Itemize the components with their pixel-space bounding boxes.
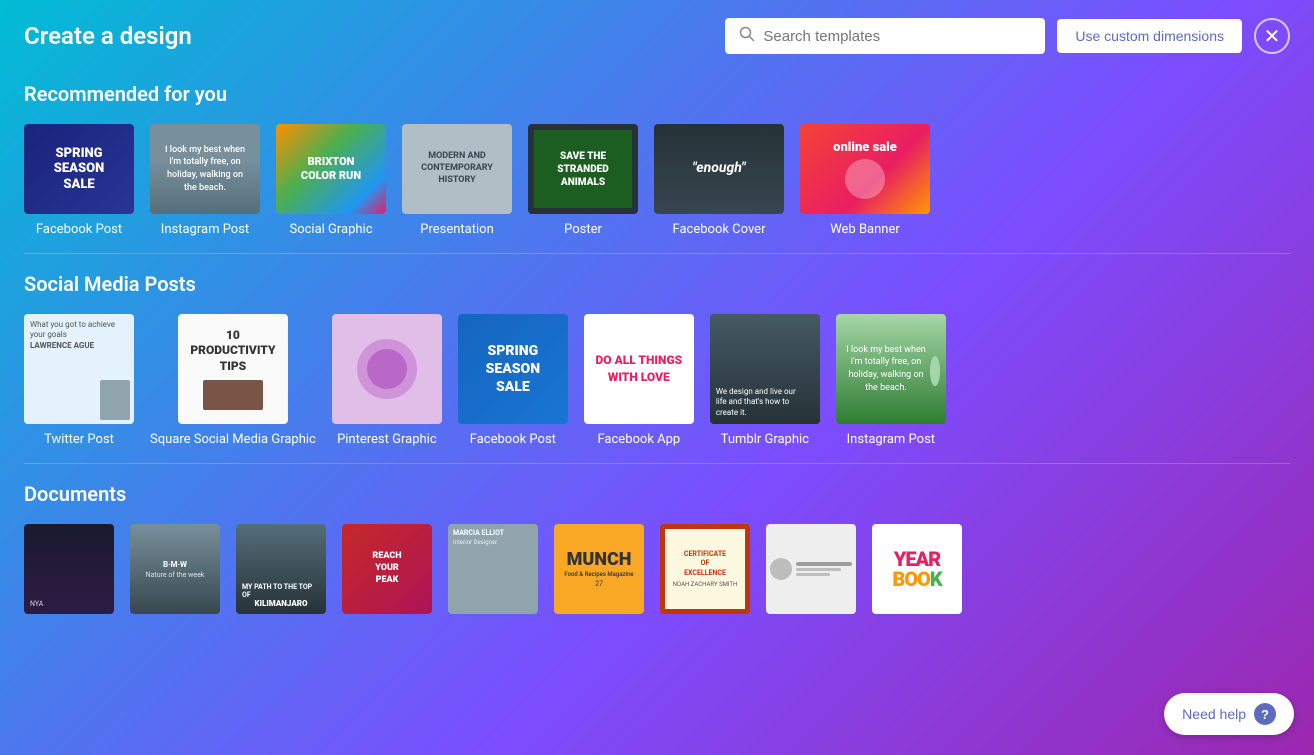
need-help-label: Need help (1182, 706, 1246, 722)
recommended-title: Recommended for you (24, 82, 1290, 106)
header-actions: Use custom dimensions ✕ (725, 18, 1290, 54)
template-label-presentation: Presentation (420, 222, 494, 237)
template-doc-4[interactable]: REACHYOURPEAK (342, 524, 432, 622)
template-facebook-post[interactable]: springseasonsale Facebook Post (24, 124, 134, 237)
template-thumb-facebook-app: DO ALL THINGSWITH LOVE (584, 314, 694, 424)
template-label-web-banner: Web Banner (830, 222, 900, 237)
template-label-square-social: Square Social Media Graphic (150, 432, 316, 447)
template-thumb-social-graphic: BRIXTONCOLOR RUN (276, 124, 386, 214)
template-thumb-doc-2: B·M·W Nature of the week (130, 524, 220, 614)
template-facebook-cover[interactable]: "enough" Facebook Cover (654, 124, 784, 237)
social-media-section: Social Media Posts What you got to achie… (24, 254, 1290, 464)
template-thumb-doc-4: REACHYOURPEAK (342, 524, 432, 614)
template-facebook-post-2[interactable]: springseasonsale Facebook Post (458, 314, 568, 447)
template-thumb-doc-5: MARCIA ELLIOT Interior Designer (448, 524, 538, 614)
template-thumb-doc-7: CERTIFICATEOFEXCELLENCE NOAH ZACHARY SMI… (660, 524, 750, 614)
search-icon (739, 26, 755, 46)
template-label-twitter-post: Twitter Post (44, 432, 114, 447)
template-doc-2[interactable]: B·M·W Nature of the week (130, 524, 220, 622)
template-label-facebook-cover: Facebook Cover (673, 222, 766, 237)
template-thumb-square-social: 10PRODUCTIVITYTIPS (178, 314, 288, 424)
page-title: Create a design (24, 22, 192, 50)
template-thumb-doc-3: MY PATH TO THE TOP OF KILIMANJARO (236, 524, 326, 614)
template-label-pinterest-graphic: Pinterest Graphic (337, 432, 437, 447)
template-square-social[interactable]: 10PRODUCTIVITYTIPS Square Social Media G… (150, 314, 316, 447)
template-label-social-graphic: Social Graphic (289, 222, 372, 237)
template-instagram-post[interactable]: I look my best when I'm totally free, on… (150, 124, 260, 237)
template-thumb-instagram-post: I look my best when I'm totally free, on… (150, 124, 260, 214)
template-label-facebook-app: Facebook App (597, 432, 680, 447)
template-facebook-app[interactable]: DO ALL THINGSWITH LOVE Facebook App (584, 314, 694, 447)
template-thumb-instagram-post-2: I look my best when I'm totally free, on… (836, 314, 946, 424)
template-web-banner[interactable]: online sale Web Banner (800, 124, 930, 237)
template-label-instagram-post: Instagram Post (161, 222, 249, 237)
template-presentation[interactable]: MODERN ANDCONTEMPORARYHISTORY Presentati… (402, 124, 512, 237)
template-doc-3[interactable]: MY PATH TO THE TOP OF KILIMANJARO (236, 524, 326, 622)
help-icon: ? (1254, 703, 1276, 725)
template-doc-1[interactable]: NYA (24, 524, 114, 622)
documents-row: NYA B·M·W Nature of the week MY PATH TO (24, 524, 1290, 628)
template-thumb-facebook-post-2: springseasonsale (458, 314, 568, 424)
template-label-facebook-post-2: Facebook Post (470, 432, 556, 447)
documents-title: Documents (24, 482, 1290, 506)
need-help-button[interactable]: Need help ? (1164, 693, 1294, 735)
custom-dimensions-button[interactable]: Use custom dimensions (1057, 19, 1242, 53)
search-input[interactable] (763, 28, 1031, 45)
template-thumb-tumblr-graphic: We design and live our life and that's h… (710, 314, 820, 424)
template-thumb-doc-6: MUNCH Food & Recipes Magazine 27 (554, 524, 644, 614)
template-doc-7[interactable]: CERTIFICATEOFEXCELLENCE NOAH ZACHARY SMI… (660, 524, 750, 622)
template-thumb-poster: SAVE THESTRANDEDANIMALS (528, 124, 638, 214)
social-media-title: Social Media Posts (24, 272, 1290, 296)
social-media-row: What you got to achieve your goalsLAWREN… (24, 314, 1290, 453)
template-tumblr-graphic[interactable]: We design and live our life and that's h… (710, 314, 820, 447)
template-thumb-pinterest-graphic (332, 314, 442, 424)
template-doc-8[interactable] (766, 524, 856, 622)
template-thumb-doc-8 (766, 524, 856, 614)
close-button[interactable]: ✕ (1254, 18, 1290, 54)
search-container (725, 18, 1045, 54)
template-twitter-post[interactable]: What you got to achieve your goalsLAWREN… (24, 314, 134, 447)
template-doc-9[interactable]: YEARBOOK (872, 524, 962, 622)
documents-section: Documents NYA B·M·W Nature of the week (24, 464, 1290, 638)
template-thumb-twitter-post: What you got to achieve your goalsLAWREN… (24, 314, 134, 424)
main-content: Recommended for you springseasonsale Fac… (0, 64, 1314, 638)
template-poster[interactable]: SAVE THESTRANDEDANIMALS Poster (528, 124, 638, 237)
template-pinterest-graphic[interactable]: Pinterest Graphic (332, 314, 442, 447)
template-thumb-facebook-post: springseasonsale (24, 124, 134, 214)
template-thumb-facebook-cover: "enough" (654, 124, 784, 214)
recommended-section: Recommended for you springseasonsale Fac… (24, 64, 1290, 254)
template-instagram-post-2[interactable]: I look my best when I'm totally free, on… (836, 314, 946, 447)
template-doc-6[interactable]: MUNCH Food & Recipes Magazine 27 (554, 524, 644, 622)
template-doc-5[interactable]: MARCIA ELLIOT Interior Designer (448, 524, 538, 622)
template-label-tumblr-graphic: Tumblr Graphic (721, 432, 809, 447)
template-label-poster: Poster (564, 222, 602, 237)
header: Create a design Use custom dimensions ✕ (0, 0, 1314, 64)
template-thumb-web-banner: online sale (800, 124, 930, 214)
template-social-graphic[interactable]: BRIXTONCOLOR RUN Social Graphic (276, 124, 386, 237)
template-thumb-doc-1: NYA (24, 524, 114, 614)
close-icon: ✕ (1264, 24, 1281, 49)
template-thumb-presentation: MODERN ANDCONTEMPORARYHISTORY (402, 124, 512, 214)
template-label-instagram-post-2: Instagram Post (847, 432, 935, 447)
recommended-row: springseasonsale Facebook Post I look my… (24, 124, 1290, 243)
template-thumb-doc-9: YEARBOOK (872, 524, 962, 614)
template-label-facebook-post: Facebook Post (36, 222, 122, 237)
